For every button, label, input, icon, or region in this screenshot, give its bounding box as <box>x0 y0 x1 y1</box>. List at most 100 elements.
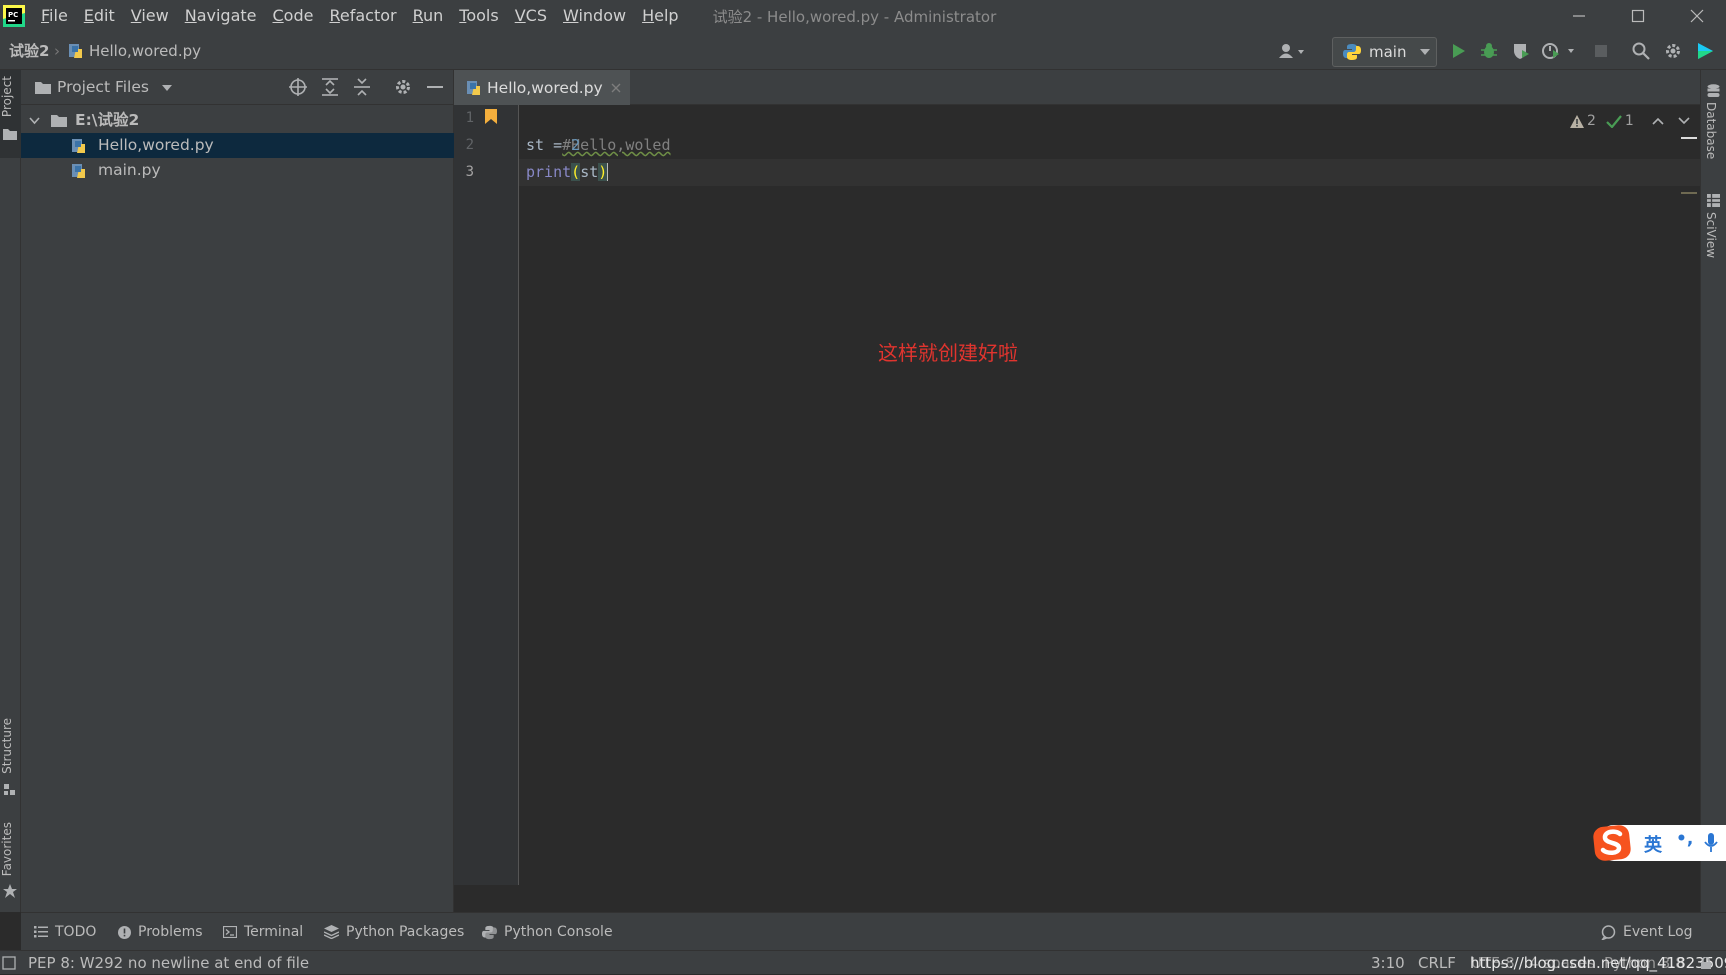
tree-root-folder[interactable]: E:\试验2 <box>21 108 454 133</box>
chevron-up-icon[interactable] <box>1652 117 1664 125</box>
menu-navigate[interactable]: Navigate <box>177 0 265 32</box>
ime-punct-label[interactable]: •, <box>1676 829 1693 849</box>
menu-vcs[interactable]: VCS <box>507 0 555 32</box>
python-file-icon <box>72 164 85 178</box>
event-log-tool-button[interactable]: Event Log <box>1601 913 1693 951</box>
sogou-logo-icon <box>1593 825 1631 861</box>
typo-check-icon <box>1606 114 1622 128</box>
favorites-tool-tab[interactable]: Favorites <box>0 822 21 900</box>
ime-mode-label[interactable]: 英 <box>1644 831 1662 857</box>
code-line-2: st = 2 <box>526 132 580 159</box>
search-icon <box>1632 42 1650 60</box>
database-tool-tab[interactable]: Database <box>1701 70 1726 160</box>
panel-options-button[interactable] <box>392 76 414 98</box>
menu-mnemonic: C <box>272 6 284 25</box>
menu-refactor[interactable]: Refactor <box>321 0 404 32</box>
menu-window[interactable]: Window <box>555 0 634 32</box>
run-config-label: main <box>1369 43 1407 61</box>
run-configuration-selector[interactable]: main <box>1332 37 1437 67</box>
menu-edit[interactable]: Edit <box>76 0 123 32</box>
close-window-button[interactable] <box>1668 0 1726 32</box>
tree-file-hello-wored[interactable]: Hello,wored.py <box>21 133 454 158</box>
problems-label: Problems <box>138 924 203 940</box>
terminal-tool-button[interactable]: Terminal <box>223 913 303 951</box>
code-operator: = <box>544 136 572 154</box>
account-button[interactable] <box>1276 40 1310 62</box>
ime-toolbar[interactable]: 英 •, <box>1593 825 1726 861</box>
list-icon <box>34 926 48 938</box>
tree-file-main[interactable]: main.py <box>21 158 454 183</box>
close-icon[interactable] <box>611 83 621 93</box>
breadcrumb-file[interactable]: Hello,wored.py <box>89 32 201 70</box>
bookmark-icon[interactable] <box>485 109 497 124</box>
lock-icon[interactable] <box>1700 957 1712 969</box>
warning-icon <box>1570 114 1584 128</box>
structure-tab-label: Structure <box>0 718 14 774</box>
python-console-tool-button[interactable]: Python Console <box>482 913 613 951</box>
maximize-icon <box>1631 9 1645 23</box>
collapse-all-button[interactable] <box>351 76 373 98</box>
menu-help[interactable]: Help <box>634 0 686 32</box>
project-tool-tab[interactable]: Project <box>0 70 21 158</box>
inspection-widget[interactable]: 2 1 <box>1570 111 1690 131</box>
left-tool-strip: Project Structure Favorites <box>0 70 21 912</box>
breadcrumb-project[interactable]: 试验2 <box>9 32 49 70</box>
python-icon <box>482 925 497 939</box>
scrollbar-warning-marker[interactable] <box>1681 192 1697 194</box>
line-separator[interactable]: CRLF <box>1418 951 1456 975</box>
locate-file-button[interactable] <box>287 76 309 98</box>
caret-position[interactable]: 3:10 <box>1371 951 1405 975</box>
todo-tool-button[interactable]: TODO <box>34 913 96 951</box>
menu-bar: PC File Edit View Navigate Code Refactor… <box>0 0 1726 32</box>
favorites-tab-label: Favorites <box>0 822 14 877</box>
debug-button[interactable] <box>1478 40 1500 62</box>
menu-code[interactable]: Code <box>265 0 322 32</box>
microphone-icon[interactable] <box>1704 833 1718 853</box>
problems-tool-button[interactable]: Problems <box>118 913 203 951</box>
event-log-icon <box>1601 924 1616 940</box>
menu-mnemonic: V <box>130 6 142 25</box>
menu-mnemonic: W <box>562 6 579 25</box>
python-console-label: Python Console <box>504 924 613 940</box>
menu-label: CS <box>525 6 547 25</box>
status-message[interactable]: PEP 8: W292 no newline at end of file <box>28 951 309 975</box>
project-tab-label: Project <box>0 76 14 118</box>
sciview-tool-tab[interactable]: SciView <box>1701 188 1726 278</box>
chevron-down-icon <box>1420 49 1431 55</box>
hide-panel-button[interactable] <box>424 76 446 98</box>
menu-tools[interactable]: Tools <box>451 0 506 32</box>
structure-icon <box>4 784 15 795</box>
terminal-icon <box>223 926 237 938</box>
menu-label: indow <box>578 6 627 25</box>
code-with-me-button[interactable] <box>1694 40 1716 62</box>
toggle-tool-windows-icon[interactable] <box>2 956 16 970</box>
settings-button[interactable] <box>1662 40 1684 62</box>
structure-tool-tab[interactable]: Structure <box>0 718 21 800</box>
run-button[interactable] <box>1447 40 1469 62</box>
project-view-selector[interactable]: Project Files <box>57 70 172 105</box>
coverage-button[interactable] <box>1510 40 1532 62</box>
maximize-button[interactable] <box>1609 0 1667 32</box>
stop-button[interactable] <box>1590 40 1612 62</box>
todo-label: TODO <box>55 924 97 940</box>
menu-run[interactable]: Run <box>405 0 452 32</box>
python-packages-tool-button[interactable]: Python Packages <box>324 913 464 951</box>
editor-tab-hello-wored[interactable]: Hello,wored.py <box>454 70 630 108</box>
menu-file[interactable]: File <box>33 0 76 32</box>
expand-all-icon <box>322 78 338 96</box>
line-number: 1 <box>465 110 474 126</box>
menu-label: dit <box>93 6 115 25</box>
menu-label: iew <box>141 6 169 25</box>
crosshair-icon <box>289 78 307 96</box>
profile-button[interactable] <box>1541 40 1577 62</box>
code-editor[interactable]: #Hello,woled st = 2 print(st) 2 1 这样就创建好… <box>519 105 1700 885</box>
menu-view[interactable]: View <box>123 0 177 32</box>
folder-icon <box>35 82 51 94</box>
minimize-button[interactable] <box>1550 0 1608 32</box>
python-icon <box>1343 44 1361 60</box>
chevron-down-icon[interactable] <box>1678 117 1690 125</box>
expand-all-button[interactable] <box>319 76 341 98</box>
sciview-icon <box>1707 194 1720 207</box>
search-everywhere-button[interactable] <box>1630 40 1652 62</box>
menu-mnemonic: R <box>329 6 340 25</box>
